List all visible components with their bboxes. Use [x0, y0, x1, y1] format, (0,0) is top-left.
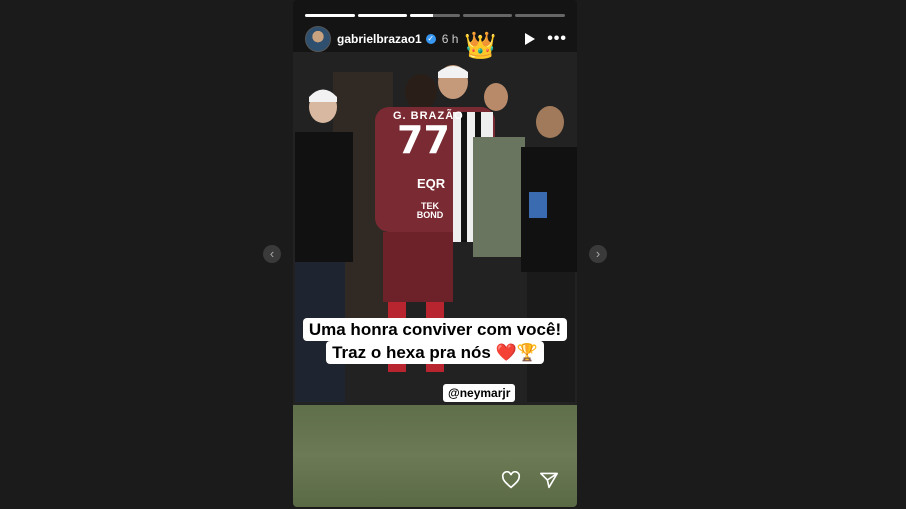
avatar[interactable]: [305, 26, 331, 52]
story-caption: Uma honra conviver com você! Traz o hexa…: [293, 318, 577, 364]
caption-line-2: Traz o hexa pra nós ❤️🏆: [326, 341, 544, 364]
progress-fill: [357, 14, 408, 17]
story-actions: [501, 471, 559, 489]
progress-fill: [410, 14, 433, 17]
jersey-sponsor-eqr: EQR: [417, 176, 446, 191]
progress-segment: [462, 14, 513, 17]
send-icon[interactable]: [539, 471, 559, 489]
story-viewer: G. BRAZÃO 77 EQR TEK BOND gabrielbrazao1…: [293, 0, 577, 507]
grass-field: [293, 405, 577, 507]
crown-sticker: 👑: [464, 29, 497, 60]
jersey-sponsor-tekbond: TEK BOND: [416, 201, 444, 220]
jersey-number: 77: [397, 118, 450, 162]
username[interactable]: gabrielbrazao1: [337, 32, 422, 46]
heart-icon[interactable]: [501, 471, 521, 489]
more-options-icon[interactable]: •••: [547, 30, 567, 48]
progress-segment: [410, 14, 460, 17]
previous-story-button[interactable]: ‹: [263, 245, 281, 263]
next-story-button[interactable]: ›: [589, 245, 607, 263]
story-progress-bar: [305, 14, 565, 17]
play-icon[interactable]: [525, 33, 536, 45]
progress-fill: [305, 14, 355, 17]
progress-segment: [357, 14, 408, 17]
progress-segment: [515, 14, 565, 17]
mention-sticker[interactable]: @neymarjr: [443, 384, 516, 402]
caption-line-1: Uma honra conviver com você!: [302, 318, 568, 341]
verified-badge-icon: ✓: [425, 34, 436, 44]
story-header: gabrielbrazao1 ✓ 6 h 👑 •••: [305, 26, 567, 60]
post-time: 6 h: [441, 32, 459, 46]
progress-segment: [305, 14, 355, 17]
